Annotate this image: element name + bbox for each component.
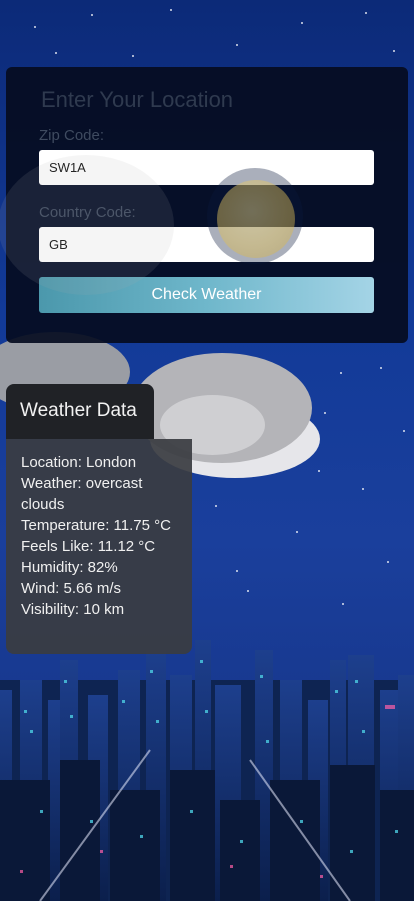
form-title: Enter Your Location — [41, 87, 234, 112]
city-skyline — [0, 640, 414, 901]
weather-data-header: Weather Data — [6, 384, 154, 439]
wind-text: Wind: 5.66 m/s — [21, 580, 122, 597]
feels-like-text: Feels Like: 11.12 °C — [21, 538, 156, 555]
weather-condition-text: Weather: overcast clouds — [21, 475, 143, 513]
temperature-text: Temperature: 11.75 °C — [21, 517, 171, 534]
visibility-text: Visibility: 10 km — [21, 601, 125, 618]
moon-icon — [217, 180, 295, 258]
weather-data-card: Location: London Weather: overcast cloud… — [6, 439, 192, 654]
cloud-icon — [0, 155, 174, 295]
location-text: Location: London — [21, 454, 137, 471]
humidity-text: Humidity: 82% — [21, 559, 118, 576]
zip-code-label: Zip Code: — [39, 127, 105, 144]
weather-data-title: Weather Data — [20, 400, 137, 421]
